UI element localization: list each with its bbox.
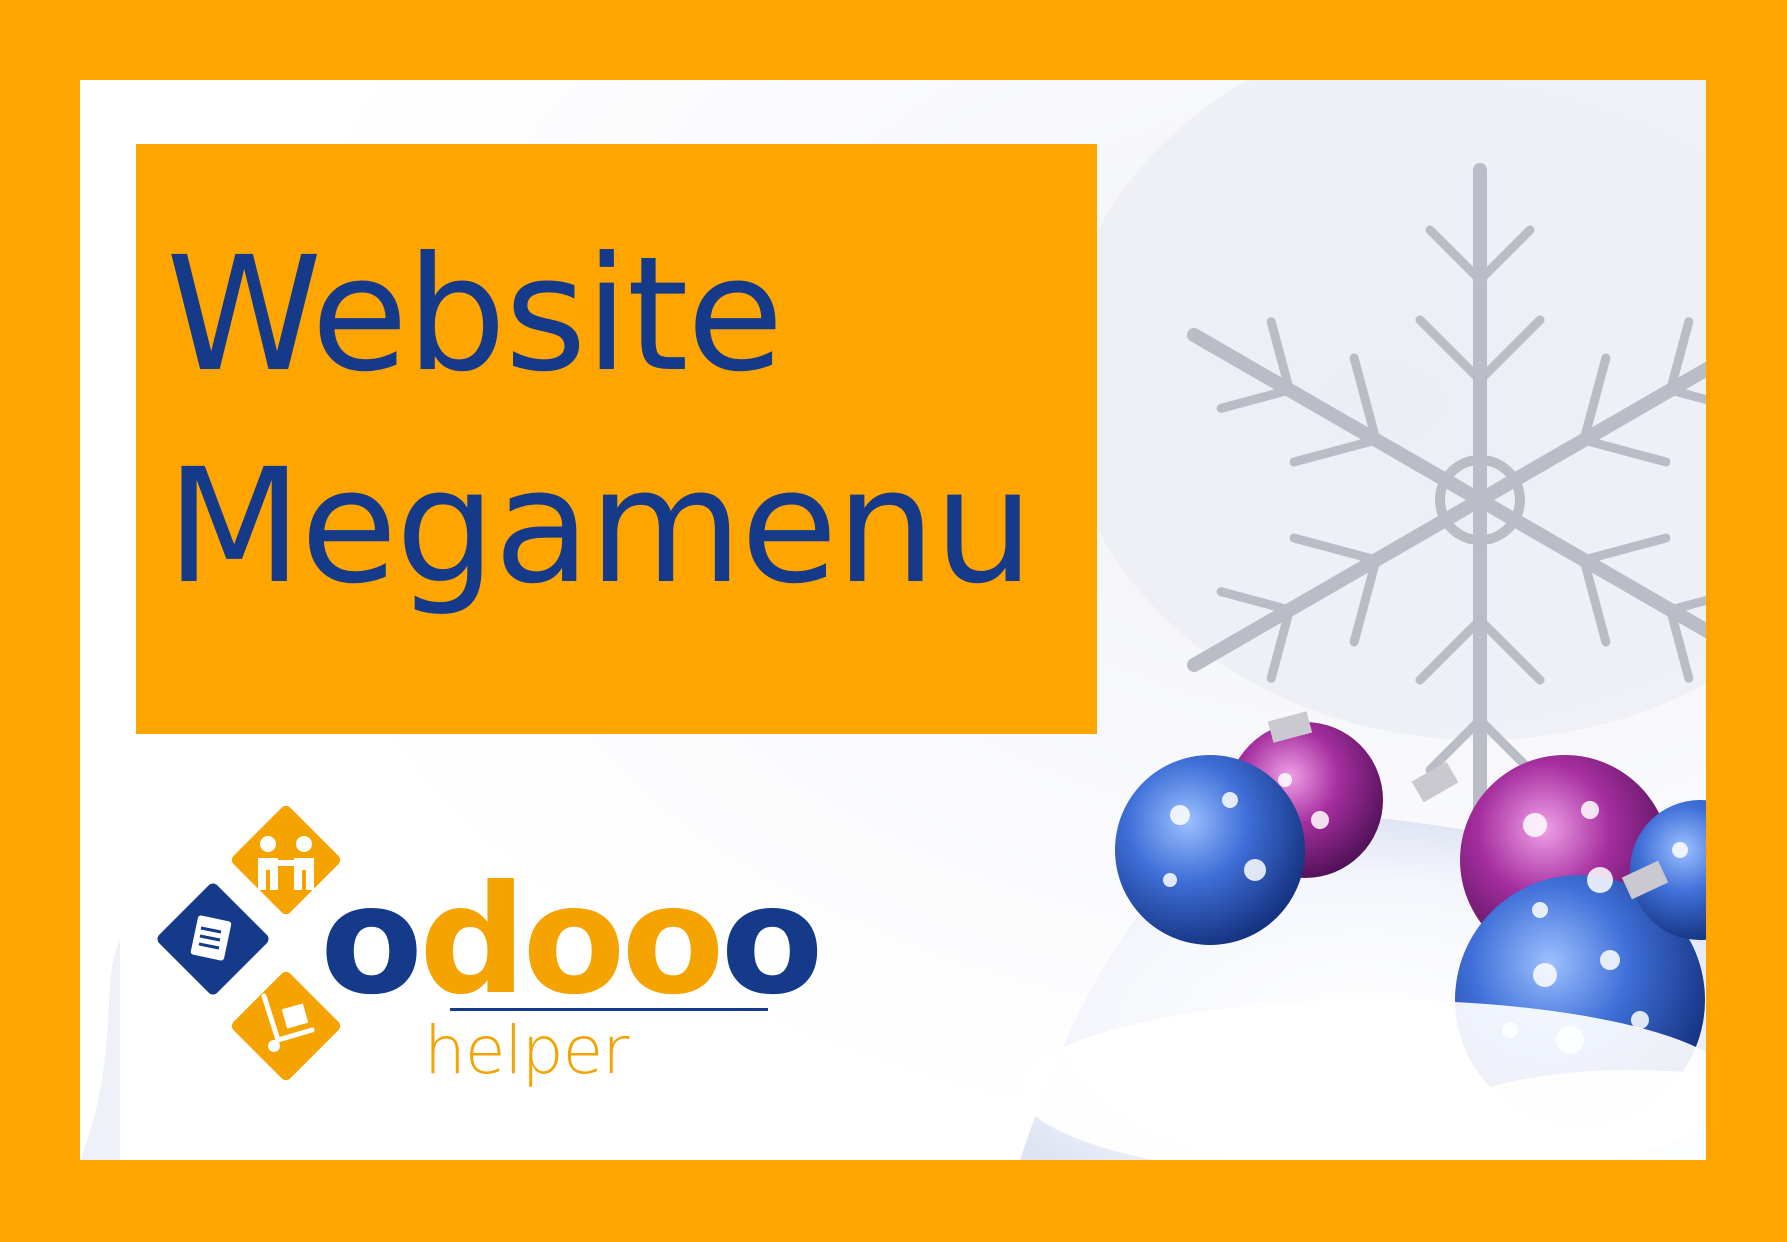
title-line-1: Website	[166, 223, 784, 407]
logo-wordmark-middle: doo	[419, 854, 724, 1028]
odoo-helper-logo: odooo helper	[156, 800, 824, 1120]
title-line-2: Megamenu	[166, 435, 1034, 619]
card-frame: Website Megamenu odooo helper	[80, 80, 1706, 1160]
title-box: Website Megamenu	[136, 144, 1097, 734]
logo-divider	[450, 1008, 768, 1011]
logo-wordmark-first: o	[320, 854, 423, 1028]
logo-subtitle: helper	[424, 1012, 629, 1089]
logo-wordmark-last: o	[720, 854, 824, 1028]
logo-wordmark: odooo	[320, 866, 824, 1016]
book-icon	[157, 883, 269, 995]
